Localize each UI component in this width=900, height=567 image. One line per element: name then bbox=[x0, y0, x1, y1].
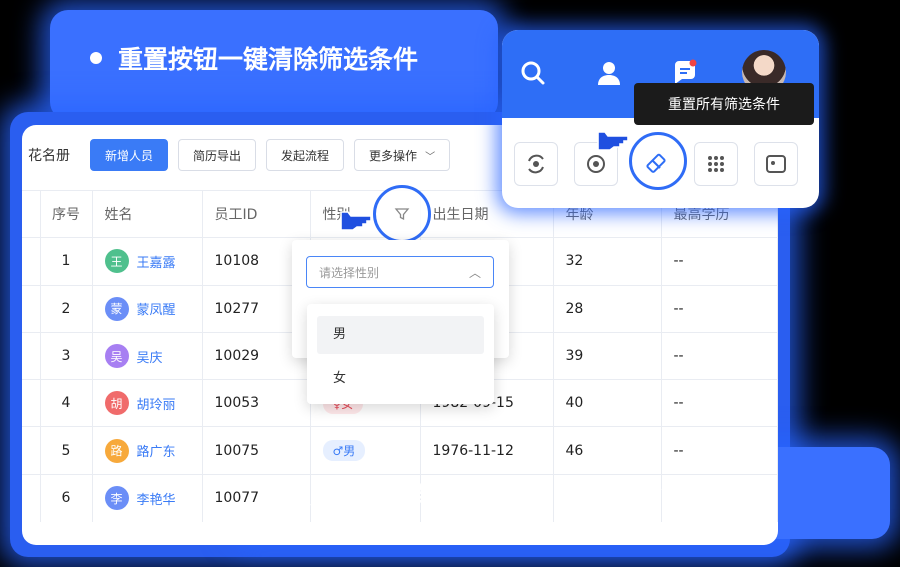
refresh-icon bbox=[528, 154, 544, 174]
more-actions-button[interactable]: 更多操作 ﹀ bbox=[354, 139, 451, 171]
icon-panel: 重置所有筛选条件 bbox=[502, 30, 819, 208]
bottom-heading: 表头每列设有筛选按钮，快速设置筛选条件 bbox=[258, 477, 761, 513]
row-checkbox-cell bbox=[22, 473, 41, 522]
cell-id: 10075 bbox=[202, 426, 311, 475]
employee-name-link[interactable]: 胡玲丽 bbox=[137, 394, 176, 413]
refresh-button[interactable] bbox=[514, 142, 558, 186]
option-female[interactable]: 女 bbox=[317, 360, 484, 398]
target-icon bbox=[587, 155, 605, 173]
cell-no: 5 bbox=[40, 426, 93, 475]
bottom-heading-text: 表头每列设有筛选按钮，快速设置筛选条件 bbox=[286, 482, 762, 511]
top-heading-text: 重置按钮一键清除筛选条件 bbox=[118, 45, 419, 74]
chevron-up-icon: ︿ bbox=[468, 266, 481, 280]
avatar: 胡 bbox=[104, 391, 129, 416]
cell-edu: -- bbox=[661, 379, 778, 427]
cell-age: 28 bbox=[553, 284, 662, 333]
employee-name-link[interactable]: 吴庆 bbox=[137, 347, 163, 366]
toolbar: 花名册 新增人员 简历导出 发起流程 更多操作 ﹀ bbox=[22, 135, 460, 175]
cell-no: 4 bbox=[40, 379, 93, 427]
cell-name: 王王嘉露 bbox=[92, 237, 203, 286]
search-icon[interactable] bbox=[516, 56, 550, 90]
column-header-name: 姓名 bbox=[92, 189, 203, 238]
column-header-no: 序号 bbox=[40, 189, 93, 238]
add-person-button[interactable]: 新增人员 bbox=[90, 139, 169, 171]
export-resume-button[interactable]: 简历导出 bbox=[178, 139, 257, 171]
cell-no: 1 bbox=[40, 237, 93, 286]
employee-name-link[interactable]: 王嘉露 bbox=[137, 252, 176, 271]
row-checkbox-cell bbox=[22, 331, 41, 380]
row-checkbox-cell bbox=[22, 426, 41, 475]
cell-edu: -- bbox=[661, 284, 778, 333]
gender-options-list: 男 女 bbox=[307, 304, 494, 404]
more-actions-label: 更多操作 bbox=[369, 148, 418, 163]
column-filter-button[interactable] bbox=[373, 185, 431, 243]
cell-name: 吴吴庆 bbox=[92, 331, 203, 380]
top-heading: 重置按钮一键清除筛选条件 bbox=[90, 40, 418, 76]
table-row[interactable]: 5 路路广东 10075 ♂男 1976-11-12 46 -- bbox=[22, 426, 778, 475]
card-icon bbox=[766, 155, 786, 173]
cell-edu: -- bbox=[661, 237, 778, 286]
cell-gender: ♂男 bbox=[310, 426, 421, 475]
grid-button[interactable] bbox=[694, 142, 738, 186]
page-title: 花名册 bbox=[28, 148, 70, 164]
avatar: 吴 bbox=[104, 344, 129, 369]
employee-name-link[interactable]: 蒙凤醒 bbox=[137, 299, 176, 318]
cell-birth: 1976-11-12 bbox=[420, 426, 554, 475]
cell-edu: -- bbox=[661, 331, 778, 380]
cell-name: 路路广东 bbox=[92, 426, 203, 475]
bullet-dot bbox=[258, 489, 270, 501]
cell-name: 李李艳华 bbox=[92, 473, 203, 522]
reset-tooltip: 重置所有筛选条件 bbox=[634, 83, 814, 125]
avatar: 李 bbox=[104, 486, 129, 511]
avatar: 蒙 bbox=[104, 296, 129, 321]
avatar: 路 bbox=[104, 438, 129, 463]
column-header-id: 员工ID bbox=[202, 189, 311, 238]
cell-no: 3 bbox=[40, 331, 93, 380]
chevron-down-icon: ﹀ bbox=[425, 151, 436, 163]
row-checkbox-cell bbox=[22, 284, 41, 333]
cell-edu: -- bbox=[661, 426, 778, 475]
cell-no: 2 bbox=[40, 284, 93, 333]
bullet-dot bbox=[90, 52, 102, 64]
gender-select[interactable]: 请选择性别 ︿ bbox=[306, 256, 494, 288]
employee-name-link[interactable]: 路广东 bbox=[137, 441, 176, 460]
start-flow-button[interactable]: 发起流程 bbox=[266, 139, 345, 171]
employee-name-link[interactable]: 李艳华 bbox=[137, 489, 176, 508]
gender-select-placeholder: 请选择性别 bbox=[319, 265, 380, 280]
cell-id: 10053 bbox=[202, 379, 311, 427]
reset-highlight-ring bbox=[629, 132, 687, 190]
avatar: 王 bbox=[104, 249, 129, 274]
user-icon[interactable] bbox=[592, 56, 626, 90]
grid-icon bbox=[708, 156, 724, 172]
checkbox-column-header bbox=[22, 189, 41, 238]
pointer-hand-icon bbox=[340, 211, 371, 231]
cell-name: 胡胡玲丽 bbox=[92, 379, 203, 427]
cell-age: 32 bbox=[553, 237, 662, 286]
pointer-hand-icon bbox=[597, 131, 628, 151]
card-button[interactable] bbox=[754, 142, 798, 186]
gender-tag: ♂男 bbox=[322, 440, 366, 462]
cell-age: 39 bbox=[553, 331, 662, 380]
filter-icon bbox=[394, 208, 410, 221]
cell-name: 蒙蒙凤醒 bbox=[92, 284, 203, 333]
cell-no: 6 bbox=[40, 473, 93, 522]
cell-age: 40 bbox=[553, 379, 662, 427]
row-checkbox-cell bbox=[22, 379, 41, 427]
option-male[interactable]: 男 bbox=[317, 316, 484, 354]
row-checkbox-cell bbox=[22, 237, 41, 286]
cell-age: 46 bbox=[553, 426, 662, 475]
